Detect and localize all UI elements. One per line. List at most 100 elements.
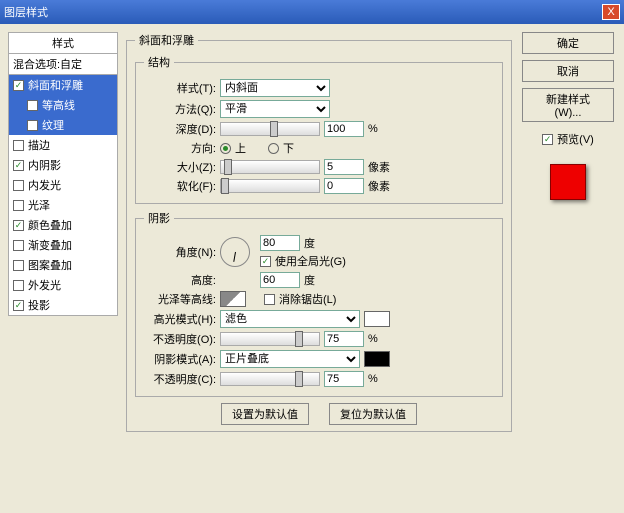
shadow-opacity-input[interactable] xyxy=(324,371,364,387)
antialias-label: 消除锯齿(L) xyxy=(279,291,336,307)
styles-header: 样式 xyxy=(8,32,118,54)
preview-swatch xyxy=(550,164,586,200)
styles-panel: 样式 混合选项:自定 斜面和浮雕等高线纹理描边内阴影内发光光泽颜色叠加渐变叠加图… xyxy=(8,32,118,438)
style-item[interactable]: 图案叠加 xyxy=(9,255,117,275)
style-item-label: 光泽 xyxy=(28,197,50,213)
ok-button[interactable]: 确定 xyxy=(522,32,614,54)
style-checkbox[interactable] xyxy=(13,240,24,251)
angle-input[interactable] xyxy=(260,235,300,251)
blend-options[interactable]: 混合选项:自定 xyxy=(8,54,118,75)
style-checkbox[interactable] xyxy=(13,300,24,311)
style-item[interactable]: 内发光 xyxy=(9,175,117,195)
highlight-opacity-input[interactable] xyxy=(324,331,364,347)
cancel-button[interactable]: 取消 xyxy=(522,60,614,82)
soften-input[interactable] xyxy=(324,178,364,194)
style-checkbox[interactable] xyxy=(13,280,24,291)
style-checkbox[interactable] xyxy=(13,160,24,171)
depth-input[interactable] xyxy=(324,121,364,137)
gloss-contour-picker[interactable] xyxy=(220,291,246,307)
shadow-mode-select[interactable]: 正片叠底 xyxy=(220,350,360,368)
px-unit: 像素 xyxy=(368,159,390,175)
shadow-opacity-label: 不透明度(C): xyxy=(144,371,216,387)
depth-slider[interactable] xyxy=(220,122,320,136)
style-checkbox[interactable] xyxy=(13,140,24,151)
global-light-label: 使用全局光(G) xyxy=(275,253,346,269)
direction-up-radio[interactable] xyxy=(220,143,231,154)
style-item[interactable]: 等高线 xyxy=(9,95,117,115)
preview-checkbox[interactable] xyxy=(542,134,553,145)
style-item-label: 内发光 xyxy=(28,177,61,193)
style-item-label: 描边 xyxy=(28,137,50,153)
size-input[interactable] xyxy=(324,159,364,175)
technique-label: 方法(Q): xyxy=(144,101,216,117)
altitude-input[interactable] xyxy=(260,272,300,288)
size-slider[interactable] xyxy=(220,160,320,174)
make-default-button[interactable]: 设置为默认值 xyxy=(221,403,309,425)
direction-down-radio[interactable] xyxy=(268,143,279,154)
shadow-color-swatch[interactable] xyxy=(364,351,390,367)
structure-legend: 结构 xyxy=(144,54,174,70)
up-label: 上 xyxy=(235,140,246,156)
style-item[interactable]: 斜面和浮雕 xyxy=(9,75,117,95)
style-checkbox[interactable] xyxy=(13,220,24,231)
style-item[interactable]: 外发光 xyxy=(9,275,117,295)
pct-unit2: % xyxy=(368,333,378,345)
reset-default-button[interactable]: 复位为默认值 xyxy=(329,403,417,425)
style-checkbox[interactable] xyxy=(13,200,24,211)
soften-label: 软化(F): xyxy=(144,178,216,194)
px-unit2: 像素 xyxy=(368,178,390,194)
window-title: 图层样式 xyxy=(4,4,48,20)
technique-select[interactable]: 平滑 xyxy=(220,100,330,118)
style-item-label: 纹理 xyxy=(42,117,64,133)
soften-slider[interactable] xyxy=(220,179,320,193)
highlight-color-swatch[interactable] xyxy=(364,311,390,327)
style-checkbox[interactable] xyxy=(13,260,24,271)
style-item[interactable]: 渐变叠加 xyxy=(9,235,117,255)
close-icon[interactable]: X xyxy=(602,4,620,20)
highlight-mode-select[interactable]: 滤色 xyxy=(220,310,360,328)
style-item-label: 渐变叠加 xyxy=(28,237,72,253)
style-item-label: 斜面和浮雕 xyxy=(28,77,83,93)
bevel-group: 斜面和浮雕 结构 样式(T): 内斜面 方法(Q): 平滑 深度(D): % xyxy=(126,32,512,432)
down-label: 下 xyxy=(283,140,294,156)
direction-label: 方向: xyxy=(144,140,216,156)
style-item[interactable]: 投影 xyxy=(9,295,117,315)
size-label: 大小(Z): xyxy=(144,159,216,175)
style-item[interactable]: 光泽 xyxy=(9,195,117,215)
structure-group: 结构 样式(T): 内斜面 方法(Q): 平滑 深度(D): % 方向: xyxy=(135,54,503,204)
style-item[interactable]: 纹理 xyxy=(9,115,117,135)
style-item-label: 图案叠加 xyxy=(28,257,72,273)
style-item-label: 颜色叠加 xyxy=(28,217,72,233)
antialias-checkbox[interactable] xyxy=(264,294,275,305)
bevel-legend: 斜面和浮雕 xyxy=(135,32,198,48)
style-item[interactable]: 内阴影 xyxy=(9,155,117,175)
shading-group: 阴影 角度(N): 度 使用全局光(G) xyxy=(135,210,503,397)
global-light-checkbox[interactable] xyxy=(260,256,271,267)
style-checkbox[interactable] xyxy=(13,80,24,91)
depth-label: 深度(D): xyxy=(144,121,216,137)
preview-label: 预览(V) xyxy=(557,131,594,147)
style-select[interactable]: 内斜面 xyxy=(220,79,330,97)
style-item-label: 外发光 xyxy=(28,277,61,293)
deg-unit2: 度 xyxy=(304,272,315,288)
titlebar: 图层样式 X xyxy=(0,0,624,24)
style-checkbox[interactable] xyxy=(27,120,38,131)
highlight-opacity-slider[interactable] xyxy=(220,332,320,346)
angle-dial[interactable] xyxy=(220,237,250,267)
new-style-button[interactable]: 新建样式(W)... xyxy=(522,88,614,122)
shadow-opacity-slider[interactable] xyxy=(220,372,320,386)
angle-label: 角度(N): xyxy=(144,244,216,260)
highlight-opacity-label: 不透明度(O): xyxy=(144,331,216,347)
deg-unit: 度 xyxy=(304,235,315,251)
style-checkbox[interactable] xyxy=(27,100,38,111)
style-item-label: 投影 xyxy=(28,297,50,313)
style-item[interactable]: 描边 xyxy=(9,135,117,155)
style-item[interactable]: 颜色叠加 xyxy=(9,215,117,235)
gloss-contour-label: 光泽等高线: xyxy=(144,291,216,307)
altitude-label: 高度: xyxy=(144,272,216,288)
style-item-label: 内阴影 xyxy=(28,157,61,173)
shading-legend: 阴影 xyxy=(144,210,174,226)
shadow-mode-label: 阴影模式(A): xyxy=(144,351,216,367)
style-item-label: 等高线 xyxy=(42,97,75,113)
style-checkbox[interactable] xyxy=(13,180,24,191)
